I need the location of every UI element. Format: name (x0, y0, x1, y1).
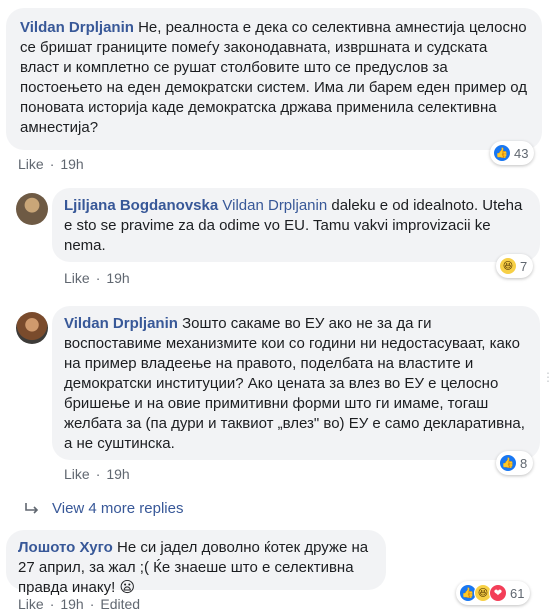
reply-bubble: Ljiljana Bogdanovska Vildan Drpljanin da… (52, 188, 540, 262)
comment-bubble: Лошото Хуго Не си јадел доволно ќотек др… (6, 530, 386, 596)
reactions-count: 43 (514, 145, 529, 161)
comment-text: Зошто сакаме во ЕУ ако не за да ги воспо… (64, 315, 525, 452)
comment-meta: Like · 19h (64, 270, 130, 286)
edited-label[interactable]: Edited (100, 596, 140, 612)
worried-face-emoji: 😦 (119, 579, 136, 596)
comment-author-link[interactable]: Ljiljana Bogdanovska (64, 197, 218, 214)
like-link[interactable]: Like (64, 466, 90, 482)
timestamp[interactable]: 19h (106, 270, 129, 286)
comment-meta: Like · 19h · Edited (18, 596, 141, 612)
mention-link[interactable]: Vildan Drpljanin (222, 197, 327, 214)
like-link[interactable]: Like (64, 270, 90, 286)
comment-meta: Like · 19h (64, 466, 130, 482)
comment-author-link[interactable]: Vildan Drpljanin (64, 315, 178, 332)
like-reaction-icon: 👍 (493, 144, 511, 162)
reply-arrow-icon (24, 502, 40, 516)
reactions-count: 61 (510, 585, 525, 601)
avatar[interactable] (16, 193, 48, 225)
timestamp[interactable]: 19h (60, 156, 83, 172)
haha-reaction-icon: 😆 (499, 257, 517, 275)
comment-meta: Like · 19h (18, 156, 84, 172)
reactions-badge[interactable]: 😆 7 (496, 254, 534, 278)
view-more-replies-link[interactable]: View 4 more replies (24, 500, 183, 517)
like-link[interactable]: Like (18, 156, 44, 172)
reply-bubble: Vildan Drpljanin Зошто сакаме во ЕУ ако … (52, 306, 540, 460)
reactions-count: 8 (520, 455, 528, 471)
avatar[interactable] (16, 312, 48, 344)
comment-bubble: Vildan Drpljanin Не, реалноста е дека со… (6, 8, 542, 150)
view-more-label[interactable]: View 4 more replies (52, 500, 183, 517)
reactions-badge[interactable]: 👍 43 (490, 141, 535, 165)
comment-author-link[interactable]: Vildan Drpljanin (20, 19, 134, 36)
like-reaction-icon: 👍 (499, 454, 517, 472)
like-link[interactable]: Like (18, 596, 44, 612)
love-reaction-icon: ❤ (489, 584, 507, 602)
reactions-badge[interactable]: 👍 8 (496, 451, 534, 475)
reactions-count: 7 (520, 258, 528, 274)
scrollbar-handle[interactable]: ⋮ (542, 370, 554, 392)
reactions-badge[interactable]: 👍 😆 ❤ 61 (456, 581, 531, 605)
timestamp[interactable]: 19h (106, 466, 129, 482)
timestamp[interactable]: 19h (60, 596, 83, 612)
comment-text: Не, реалноста е дека со селективна амнес… (20, 19, 527, 136)
comment-author-link[interactable]: Лошото Хуго (18, 539, 113, 556)
